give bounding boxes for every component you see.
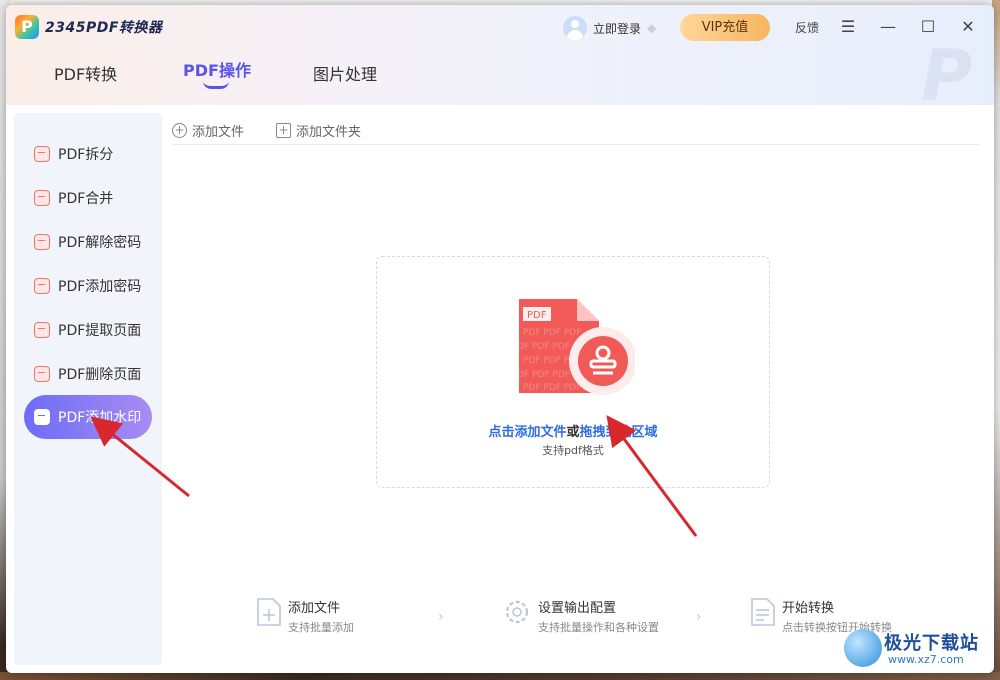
extract-icon [34,322,50,338]
app-window: P 2345PDF转换器 PDF转换 PDF操作 图片处理 立即登录 ◆ VIP… [6,5,994,673]
sidebar-item-label: PDF提取页面 [58,323,142,339]
workflow-steps: 添加文件 支持批量添加 › 设置输出配置 支持批量操作和各种设置 › 开始转换 … [256,597,906,637]
menu-icon[interactable]: ☰ [836,15,860,39]
feedback-button[interactable]: 反馈 [795,19,819,36]
pdf-document-icon: PDF PDF PDF PDF DF PDF PDF PDF PDF PDF DF … [517,299,635,395]
step-subtitle: 支持批量添加 [288,621,354,634]
sidebar-item-label: PDF添加密码 [58,279,142,295]
chevron-right-icon: › [438,609,444,625]
add-file-label: 添加文件 [192,125,245,140]
tab-image-processing[interactable]: 图片处理 [313,61,377,85]
step-add-file: 添加文件 支持批量添加 [256,597,354,635]
svg-text:PDF PDF PDF: PDF PDF PDF [523,328,581,338]
avatar-icon [563,16,587,40]
document-list-icon [751,598,775,626]
add-folder-button[interactable]: + 添加文件夹 [276,121,361,140]
login-label: 立即登录 [593,21,642,36]
login-button[interactable]: 立即登录 ◆ [563,16,661,40]
tab-pdf-convert[interactable]: PDF转换 [54,61,117,85]
or-text: 或 [566,425,580,440]
active-tab-indicator [203,81,229,89]
app-logo: P 2345PDF转换器 [15,15,162,39]
sidebar-item-delete-pages[interactable]: PDF删除页面 [24,355,152,393]
file-drop-zone[interactable]: PDF PDF PDF PDF DF PDF PDF PDF PDF PDF DF … [376,256,770,488]
sidebar-item-label: PDF合并 [58,191,114,207]
site-logo-icon [844,629,882,667]
header-decoration-icon: P [921,35,973,117]
watermark-icon [34,409,50,425]
plus-folder-icon: + [276,123,291,138]
diamond-icon: ◆ [647,21,657,35]
sidebar-item-label: PDF删除页面 [58,367,142,383]
sidebar-item-label: PDF拆分 [58,147,114,163]
site-watermark: 极光下载站 www.xz7.com [844,625,994,673]
pdf-doc-badge: PDF [527,310,547,321]
sidebar-item-label: PDF解除密码 [58,235,142,251]
svg-text:PDF PDF PDF: PDF PDF PDF [523,383,581,393]
vip-recharge-button[interactable]: VIP充值 [680,14,770,41]
add-folder-label: 添加文件夹 [296,125,362,140]
lock-icon [34,278,50,294]
sidebar-item-label: PDF添加水印 [58,410,142,426]
tab-pdf-operations-label: PDF操作 [183,61,251,80]
app-logo-icon: P [15,15,39,39]
site-url: www.xz7.com [888,653,964,666]
app-title: 2345PDF转换器 [45,20,163,36]
plus-circle-icon: + [172,123,187,138]
sidebar-item-merge[interactable]: PDF合并 [24,179,152,217]
trash-icon [34,366,50,382]
step-output-settings: 设置输出配置 支持批量操作和各种设置 [502,597,659,635]
svg-text:DF PDF PDF: DF PDF PDF [517,342,570,352]
title-bar: P 2345PDF转换器 PDF转换 PDF操作 图片处理 立即登录 ◆ VIP… [6,5,994,117]
sidebar-item-remove-password[interactable]: PDF解除密码 [24,223,152,261]
gear-icon [505,600,529,624]
site-name: 极光下载站 [884,633,979,654]
drop-zone-subtitle: 支持pdf格式 [542,444,604,457]
drop-zone-instruction: 点击添加文件或拖拽到此区域 [377,421,769,440]
svg-text:DF PDF PDF: DF PDF PDF [517,370,570,380]
split-icon [34,146,50,162]
click-add-file-link[interactable]: 点击添加文件 [488,425,566,440]
minimize-icon[interactable]: — [876,15,900,39]
drag-here-link: 拖拽到此区域 [579,425,658,440]
tab-pdf-operations[interactable]: PDF操作 [183,57,251,89]
file-plus-icon [257,598,281,626]
step-title: 添加文件 [288,601,341,616]
chevron-right-icon: › [696,609,702,625]
step-title: 开始转换 [782,601,835,616]
unlock-icon [34,234,50,250]
sidebar-item-add-password[interactable]: PDF添加密码 [24,267,152,305]
step-title: 设置输出配置 [538,601,617,616]
file-toolbar: + 添加文件 + 添加文件夹 [172,117,980,145]
desktop-background-bottom [0,672,1000,680]
sidebar-item-split[interactable]: PDF拆分 [24,135,152,173]
sidebar: PDF拆分 PDF合并 PDF解除密码 PDF添加密码 PDF提取页面 PDF删… [14,113,162,665]
merge-icon [34,190,50,206]
sidebar-item-add-watermark[interactable]: PDF添加水印 [24,395,152,439]
sidebar-item-extract-pages[interactable]: PDF提取页面 [24,311,152,349]
step-subtitle: 支持批量操作和各种设置 [538,621,659,634]
add-file-button[interactable]: + 添加文件 [172,121,244,140]
